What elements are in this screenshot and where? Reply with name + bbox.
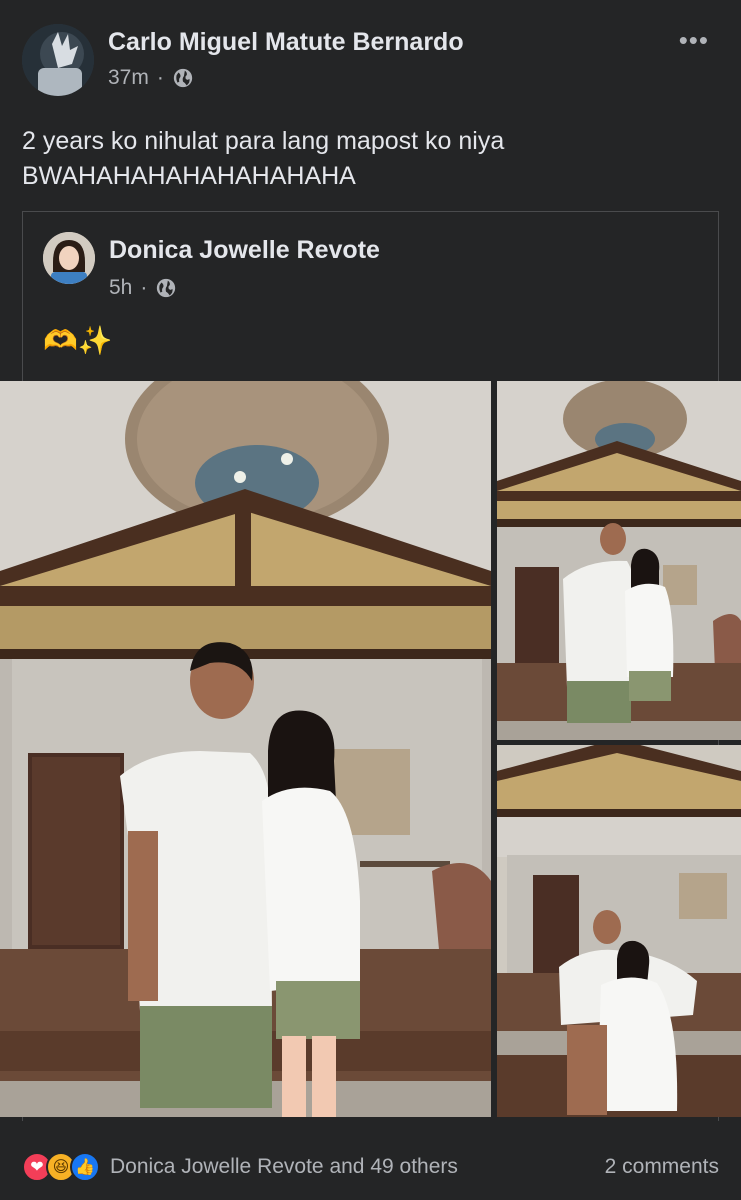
post-text-line-1: 2 years ko nihulat para lang mapost ko n…	[22, 127, 505, 155]
reaction-icons[interactable]: ❤ 😆 👍	[22, 1152, 100, 1182]
shared-post-text: 🫶✨	[43, 325, 113, 356]
author-name[interactable]: Carlo Miguel Matute Bernardo	[108, 28, 464, 57]
author-avatar[interactable]	[22, 24, 94, 96]
reaction-summary[interactable]: Donica Jowelle Revote and 49 others	[110, 1155, 458, 1179]
shared-post-time[interactable]: 5h	[109, 276, 132, 300]
photo-bottom-right[interactable]	[497, 745, 741, 1117]
more-options-icon[interactable]: •••	[679, 27, 709, 53]
meta-separator: ·	[140, 276, 148, 299]
shared-author-name[interactable]: Donica Jowelle Revote	[109, 236, 380, 265]
globe-icon	[157, 278, 176, 298]
reactions-bar: ❤ 😆 👍 Donica Jowelle Revote and 49 other…	[22, 1150, 719, 1184]
shared-author-avatar[interactable]	[43, 232, 95, 284]
photo-top-right[interactable]	[497, 381, 741, 740]
photo-main[interactable]	[0, 381, 491, 1117]
comments-count[interactable]: 2 comments	[605, 1155, 719, 1179]
post-text: 2 years ko nihulat para lang mapost ko n…	[22, 124, 712, 194]
post-time[interactable]: 37m	[108, 66, 149, 90]
post-meta: 37m ·	[108, 66, 194, 90]
post-header: Carlo Miguel Matute Bernardo 37m · •••	[22, 24, 719, 100]
like-reaction-icon: 👍	[70, 1152, 100, 1182]
shared-post-meta: 5h ·	[109, 276, 177, 300]
post-text-line-2: BWAHAHAHAHAHAHAHAHA	[22, 162, 356, 190]
globe-icon	[173, 68, 193, 88]
meta-separator: ·	[156, 66, 164, 89]
